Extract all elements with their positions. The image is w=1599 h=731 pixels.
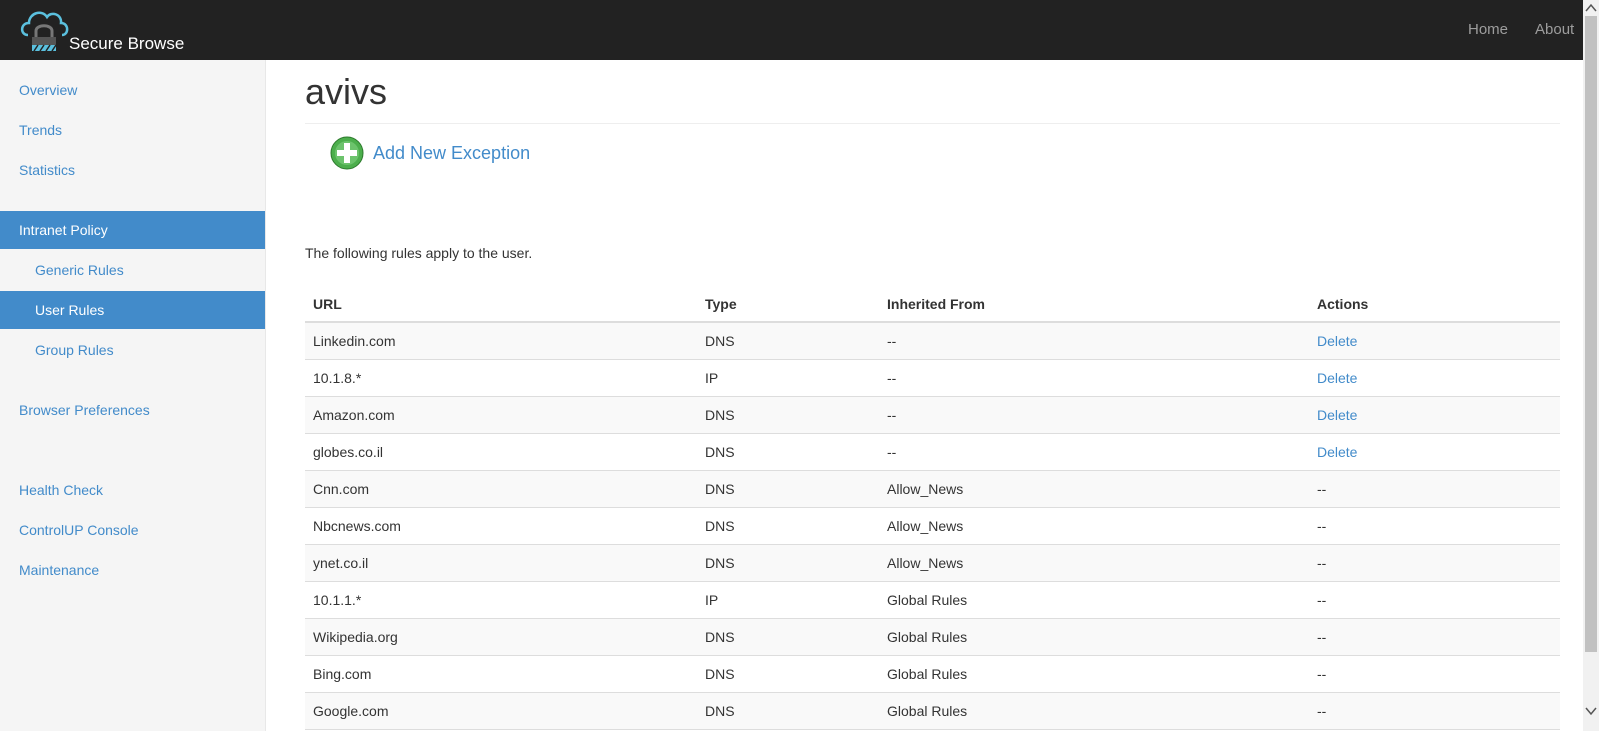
cell-url: Wikipedia.org <box>313 629 398 645</box>
cell-inherited-from: Global Rules <box>887 629 968 645</box>
cell-inherited-from: Global Rules <box>887 592 968 608</box>
table-row: Bing.com DNS Global Rules -- <box>305 656 1560 693</box>
page-title: avivs <box>305 71 388 112</box>
cell-url: Linkedin.com <box>313 333 396 349</box>
column-header-inherited-from: Inherited From <box>887 296 986 312</box>
sidebar-item-browser-preferences[interactable]: Browser Preferences <box>0 391 265 429</box>
divider <box>305 123 1560 124</box>
cell-action: -- <box>1317 703 1327 719</box>
cell-type: IP <box>705 370 719 386</box>
sidebar: Overview Trends Statistics Intranet Poli… <box>0 60 266 731</box>
sidebar-item-label: Trends <box>19 122 63 138</box>
cell-url: Amazon.com <box>313 407 395 423</box>
delete-link[interactable]: Delete <box>1317 323 1357 359</box>
sidebar-item-trends[interactable]: Trends <box>0 111 265 149</box>
table-header: URL Type Inherited From Actions <box>305 287 1560 323</box>
table-row: globes.co.il DNS -- Delete <box>305 434 1560 471</box>
intro-text: The following rules apply to the user. <box>305 245 533 261</box>
table-row: ynet.co.il DNS Allow_News -- <box>305 545 1560 582</box>
cell-inherited-from: -- <box>887 333 897 349</box>
cell-inherited-from: Global Rules <box>887 666 968 682</box>
cell-action: -- <box>1317 666 1327 682</box>
cell-inherited-from: Allow_News <box>887 481 964 497</box>
sidebar-item-overview[interactable]: Overview <box>0 71 265 109</box>
cell-type: DNS <box>705 518 735 534</box>
cell-action: -- <box>1317 592 1327 608</box>
column-header-url: URL <box>313 296 342 312</box>
scroll-down-icon[interactable] <box>1583 703 1599 719</box>
table-row: 10.1.1.* IP Global Rules -- <box>305 582 1560 619</box>
table-row: 10.1.8.* IP -- Delete <box>305 360 1560 397</box>
cell-url: Cnn.com <box>313 481 370 497</box>
table-row: Nbcnews.com DNS Allow_News -- <box>305 508 1560 545</box>
cell-type: DNS <box>705 444 735 460</box>
cell-url: globes.co.il <box>313 444 384 460</box>
table-row: Amazon.com DNS -- Delete <box>305 397 1560 434</box>
table-row: Wikipedia.org DNS Global Rules -- <box>305 619 1560 656</box>
sidebar-item-user-rules[interactable]: User Rules <box>0 291 265 329</box>
sidebar-item-label: Intranet Policy <box>19 222 108 238</box>
delete-link[interactable]: Delete <box>1317 434 1357 470</box>
sidebar-item-intranet-policy[interactable]: Intranet Policy <box>0 211 265 249</box>
plus-circle-icon <box>330 136 364 170</box>
table-row: Google.com DNS Global Rules -- <box>305 693 1560 730</box>
cell-type: DNS <box>705 333 735 349</box>
rules-table: URL Type Inherited From Actions Linkedin… <box>305 287 1560 730</box>
cell-inherited-from: -- <box>887 444 897 460</box>
scroll-up-icon[interactable] <box>1583 0 1599 16</box>
sidebar-item-group-rules[interactable]: Group Rules <box>0 331 265 369</box>
cell-action: -- <box>1317 629 1327 645</box>
cell-type: DNS <box>705 407 735 423</box>
delete-link[interactable]: Delete <box>1317 360 1357 396</box>
cell-inherited-from: Global Rules <box>887 703 968 719</box>
cell-type: DNS <box>705 629 735 645</box>
cell-url: 10.1.8.* <box>313 370 362 386</box>
scrollbar-thumb[interactable] <box>1585 16 1597 652</box>
nav-home-link[interactable]: Home <box>1468 20 1508 40</box>
cell-inherited-from: Allow_News <box>887 518 964 534</box>
sidebar-item-label: Overview <box>19 82 78 98</box>
app-title[interactable]: Secure Browse <box>69 34 184 54</box>
cell-type: DNS <box>705 555 735 571</box>
table-row: Cnn.com DNS Allow_News -- <box>305 471 1560 508</box>
cell-url: 10.1.1.* <box>313 592 362 608</box>
delete-link[interactable]: Delete <box>1317 397 1357 433</box>
column-header-type: Type <box>705 296 737 312</box>
sidebar-item-label: Statistics <box>19 162 76 178</box>
sidebar-item-generic-rules[interactable]: Generic Rules <box>0 251 265 289</box>
cell-type: DNS <box>705 666 735 682</box>
cell-url: Bing.com <box>313 666 372 682</box>
cell-action: -- <box>1317 518 1327 534</box>
cell-action: -- <box>1317 481 1327 497</box>
cell-type: DNS <box>705 481 735 497</box>
table-row: Linkedin.com DNS -- Delete <box>305 323 1560 360</box>
column-header-actions: Actions <box>1317 296 1369 312</box>
cloud-lock-icon[interactable] <box>18 3 70 55</box>
sidebar-item-label: Generic Rules <box>35 262 124 278</box>
cell-url: ynet.co.il <box>313 555 369 571</box>
nav-about-link[interactable]: About <box>1535 20 1574 40</box>
cell-url: Nbcnews.com <box>313 518 401 534</box>
cell-inherited-from: Allow_News <box>887 555 964 571</box>
sidebar-item-label: User Rules <box>35 302 105 318</box>
vertical-scrollbar[interactable] <box>1583 0 1599 731</box>
sidebar-item-health-check[interactable]: Health Check <box>0 471 265 509</box>
cell-inherited-from: -- <box>887 370 897 386</box>
cell-inherited-from: -- <box>887 407 897 423</box>
cell-action: -- <box>1317 555 1327 571</box>
sidebar-item-label: ControlUP Console <box>19 522 139 538</box>
sidebar-item-label: Browser Preferences <box>19 402 150 418</box>
top-navbar: Secure Browse Home About <box>0 0 1599 60</box>
add-new-exception-label: Add New Exception <box>373 143 531 163</box>
sidebar-item-label: Group Rules <box>35 342 114 358</box>
cell-url: Google.com <box>313 703 389 719</box>
table-body: Linkedin.com DNS -- Delete 10.1.8.* IP -- Delet… <box>305 323 1560 730</box>
cell-type: DNS <box>705 703 735 719</box>
sidebar-item-maintenance[interactable]: Maintenance <box>0 551 265 589</box>
sidebar-item-controlup-console[interactable]: ControlUP Console <box>0 511 265 549</box>
sidebar-item-label: Maintenance <box>19 562 100 578</box>
sidebar-item-label: Health Check <box>19 482 104 498</box>
cell-type: IP <box>705 592 719 608</box>
sidebar-item-statistics[interactable]: Statistics <box>0 151 265 189</box>
